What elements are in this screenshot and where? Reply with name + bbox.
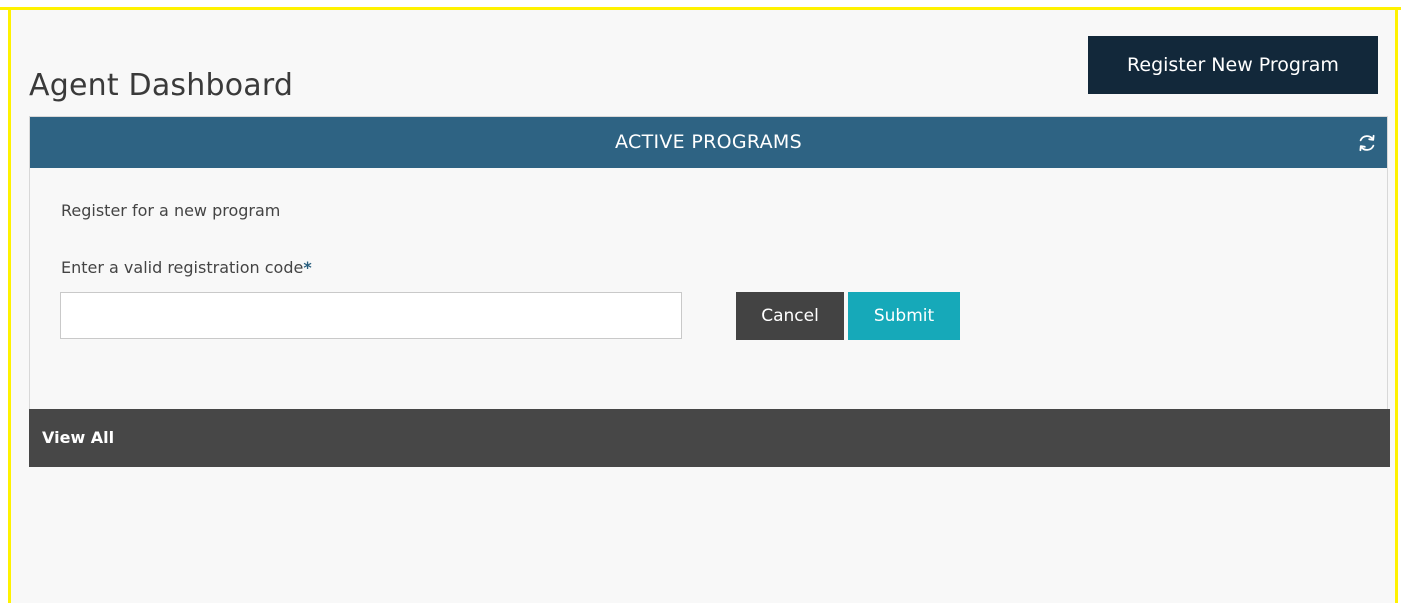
cancel-button[interactable]: Cancel (736, 292, 844, 340)
page-frame: Agent Dashboard Register New Program ACT… (0, 0, 1401, 603)
registration-code-label: Enter a valid registration code* (61, 258, 312, 277)
active-programs-panel: ACTIVE PROGRAMS Register for a new progr… (29, 116, 1390, 467)
panel-title: ACTIVE PROGRAMS (615, 131, 802, 153)
frame-border-right (1395, 7, 1398, 603)
view-all-link[interactable]: View All (42, 409, 114, 467)
dashboard-canvas: Agent Dashboard Register New Program ACT… (11, 10, 1395, 603)
submit-button[interactable]: Submit (848, 292, 960, 340)
required-marker: * (303, 258, 312, 277)
page-title: Agent Dashboard (29, 68, 294, 104)
panel-header: ACTIVE PROGRAMS (30, 117, 1387, 168)
registration-code-input[interactable] (60, 292, 682, 339)
registration-code-label-text: Enter a valid registration code (61, 258, 304, 277)
register-section-label: Register for a new program (61, 201, 281, 220)
refresh-icon-graphic (1359, 134, 1375, 152)
refresh-icon[interactable] (1356, 132, 1378, 154)
panel-footer: View All (29, 409, 1390, 467)
register-new-program-button[interactable]: Register New Program (1088, 36, 1378, 94)
